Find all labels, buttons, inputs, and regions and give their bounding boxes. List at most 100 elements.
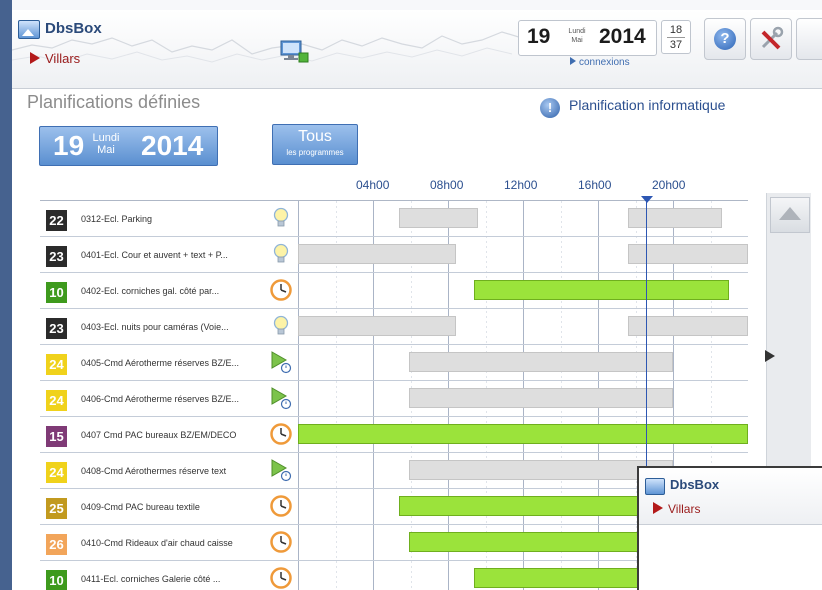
schedule-row[interactable]: 24 0405-Cmd Aérotherme réserves BZ/E... xyxy=(40,345,748,381)
row-timeline xyxy=(298,201,748,236)
site-name: Villars xyxy=(45,51,81,66)
popup-site-name: Villars xyxy=(668,502,701,516)
program-label: 0411-Ecl. corniches Galerie côté ... xyxy=(81,574,221,584)
site-selector[interactable]: Villars xyxy=(30,51,80,66)
program-number-badge: 10 xyxy=(46,570,67,590)
clock-icon[interactable] xyxy=(270,278,292,302)
connexions-link[interactable]: connexions xyxy=(570,57,630,68)
dbsbox-logo-icon xyxy=(18,20,40,39)
program-number-badge: 26 xyxy=(46,534,67,555)
schedule-row[interactable]: 24 0406-Cmd Aérotherme réserves BZ/E... xyxy=(40,381,748,417)
active-schedule-bar[interactable] xyxy=(399,496,655,516)
inactive-schedule-bar[interactable] xyxy=(408,388,673,408)
hour-tick-label: 20h00 xyxy=(652,178,686,192)
program-number-badge: 24 xyxy=(46,354,67,375)
popup-header: DbsBox Villars xyxy=(639,468,822,525)
program-label: 0409-Cmd PAC bureau textile xyxy=(81,502,200,512)
help-button[interactable]: ? xyxy=(704,18,746,60)
header-time-minute: 37 xyxy=(669,39,683,51)
scroll-up-button[interactable] xyxy=(770,197,810,233)
bulb-icon[interactable] xyxy=(270,314,292,338)
planification-informatique-link[interactable]: ! Planification informatique xyxy=(540,97,725,118)
header-bar: DbsBox Villars 19 Lundi Mai 2014 18 37 c… xyxy=(12,10,822,89)
header-date-month: Mai xyxy=(571,37,583,44)
date-year: 2014 xyxy=(141,130,204,161)
program-label: 0312-Ecl. Parking xyxy=(81,214,153,224)
inactive-schedule-bar[interactable] xyxy=(408,352,673,372)
program-number-badge: 25 xyxy=(46,498,67,519)
header-time: 18 37 xyxy=(661,20,691,54)
help-icon: ? xyxy=(714,28,736,50)
inactive-schedule-bar[interactable] xyxy=(628,208,722,228)
network-monitor-icon[interactable] xyxy=(280,40,310,64)
current-time-marker xyxy=(641,196,653,203)
program-label: 0408-Cmd Aérothermes réserve text xyxy=(81,466,227,476)
program-label: 0403-Ecl. nuits pour caméras (Voie... xyxy=(81,322,229,332)
tools-button[interactable] xyxy=(750,18,792,60)
popup-window: DbsBox Villars xyxy=(637,466,822,590)
header-date-year: 2014 xyxy=(599,25,646,48)
date-selector[interactable]: 19 Lundi Mai 2014 xyxy=(39,126,218,166)
expand-arrow-icon[interactable] xyxy=(765,350,775,362)
fan-icon[interactable] xyxy=(270,386,292,410)
info-icon: ! xyxy=(540,98,560,118)
header-date-dow: Lundi Mai xyxy=(567,27,587,45)
bulb-icon[interactable] xyxy=(270,242,292,266)
inactive-schedule-bar[interactable] xyxy=(408,460,673,480)
time-divider xyxy=(667,37,685,38)
date-dow-month: Lundi Mai xyxy=(90,132,122,156)
row-timeline xyxy=(298,345,748,380)
connexions-label: connexions xyxy=(579,57,630,68)
program-label: 0405-Cmd Aérotherme réserves BZ/E... xyxy=(81,358,240,368)
program-number-badge: 24 xyxy=(46,462,67,483)
date-weekday: Lundi xyxy=(92,132,120,144)
active-schedule-bar[interactable] xyxy=(474,568,655,588)
schedule-row[interactable]: 23 0403-Ecl. nuits pour caméras (Voie... xyxy=(40,309,748,345)
date-month: Mai xyxy=(97,144,115,156)
inactive-schedule-bar[interactable] xyxy=(399,208,478,228)
date-day: 19 xyxy=(53,130,85,161)
active-schedule-bar[interactable] xyxy=(298,424,748,444)
header-date: 19 Lundi Mai 2014 xyxy=(518,20,657,56)
hour-axis: 04h00 08h00 12h00 16h00 20h00 xyxy=(356,178,756,194)
popup-app-name: DbsBox xyxy=(670,477,720,492)
dbsbox-logo-icon xyxy=(645,478,665,495)
schedule-row[interactable]: 10 0402-Ecl. corniches gal. côté par... xyxy=(40,273,748,309)
tous-label: Tous xyxy=(298,128,332,145)
extra-toolbar-button[interactable] xyxy=(796,18,822,60)
schedule-row[interactable]: 23 0401-Ecl. Cour et auvent + text + P... xyxy=(40,237,748,273)
program-label: 0401-Ecl. Cour et auvent + text + P... xyxy=(81,250,228,260)
clock-icon[interactable] xyxy=(270,494,292,518)
app-name: DbsBox xyxy=(45,20,102,37)
popup-site-selector[interactable]: Villars xyxy=(653,502,700,516)
hour-tick-label: 16h00 xyxy=(578,178,612,192)
fan-icon[interactable] xyxy=(270,350,292,374)
clock-icon[interactable] xyxy=(270,530,292,554)
row-timeline xyxy=(298,237,748,272)
play-triangle-icon xyxy=(570,57,576,65)
hour-tick-label: 12h00 xyxy=(504,178,538,192)
clock-icon[interactable] xyxy=(270,566,292,590)
inactive-schedule-bar[interactable] xyxy=(298,316,456,336)
active-schedule-bar[interactable] xyxy=(474,280,730,300)
header-date-day: 19 xyxy=(527,25,551,48)
active-schedule-bar[interactable] xyxy=(408,532,655,552)
row-timeline xyxy=(298,273,748,308)
header-date-weekday: Lundi xyxy=(568,28,586,35)
program-label: 0406-Cmd Aérotherme réserves BZ/E... xyxy=(81,394,240,404)
row-timeline xyxy=(298,309,748,344)
program-number-badge: 23 xyxy=(46,246,67,267)
clock-icon[interactable] xyxy=(270,422,292,446)
page-title: Planifications définies xyxy=(27,92,201,112)
header-time-hour: 18 xyxy=(669,24,683,36)
play-triangle-icon xyxy=(653,502,663,514)
inactive-schedule-bar[interactable] xyxy=(298,244,456,264)
tous-sublabel: les programmes xyxy=(286,148,344,157)
program-number-badge: 10 xyxy=(46,282,67,303)
bulb-icon[interactable] xyxy=(270,206,292,230)
schedule-row[interactable]: 15 0407 Cmd PAC bureaux BZ/EM/DECO xyxy=(40,417,748,453)
program-number-badge: 23 xyxy=(46,318,67,339)
fan-icon[interactable] xyxy=(270,458,292,482)
schedule-row[interactable]: 22 0312-Ecl. Parking xyxy=(40,201,748,237)
tous-programmes-button[interactable]: Tous les programmes xyxy=(272,124,358,165)
